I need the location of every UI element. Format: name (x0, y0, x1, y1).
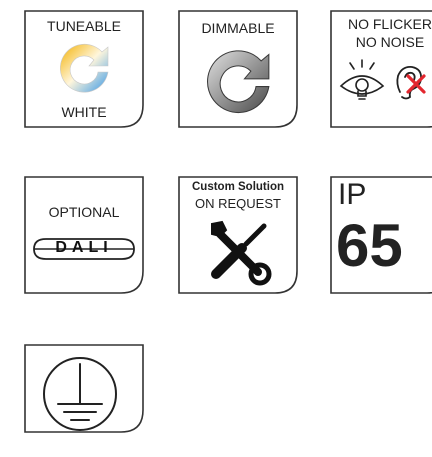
earth-tile (24, 344, 144, 434)
dimmable-rotation-icon (207, 50, 270, 114)
optional-label: OPTIONAL (48, 204, 120, 220)
ip-prefix: IP (338, 178, 367, 211)
ip-rating-tile: IP 65 (330, 176, 432, 294)
white-label: WHITE (61, 104, 107, 120)
eye-icon (339, 59, 385, 100)
custom-solution-tile: Custom Solution ON REQUEST (178, 176, 298, 294)
no-flicker-tile: NO FLICKER NO NOISE (330, 10, 432, 128)
tuneable-white-tile: TUNEABLE WHITE (24, 10, 144, 128)
custom-solution-label: Custom Solution (192, 181, 284, 193)
tile-frame (24, 176, 144, 294)
ear-crossed-icon (396, 66, 426, 100)
dimmable-label: DIMMABLE (201, 20, 275, 36)
tuneable-label: TUNEABLE (47, 18, 121, 34)
optional-dali-tile: OPTIONAL DALI (24, 176, 144, 294)
on-request-label: ON REQUEST (195, 196, 281, 211)
tuneable-rotation-icon (60, 43, 109, 93)
tools-icon (211, 220, 272, 286)
dali-text: DALI (55, 239, 113, 256)
no-flicker-label: NO FLICKER (347, 16, 432, 32)
no-noise-label: NO NOISE (355, 34, 425, 50)
ip-value: 65 (336, 212, 403, 279)
dimmable-tile: DIMMABLE (178, 10, 298, 128)
protective-earth-icon (43, 357, 117, 431)
